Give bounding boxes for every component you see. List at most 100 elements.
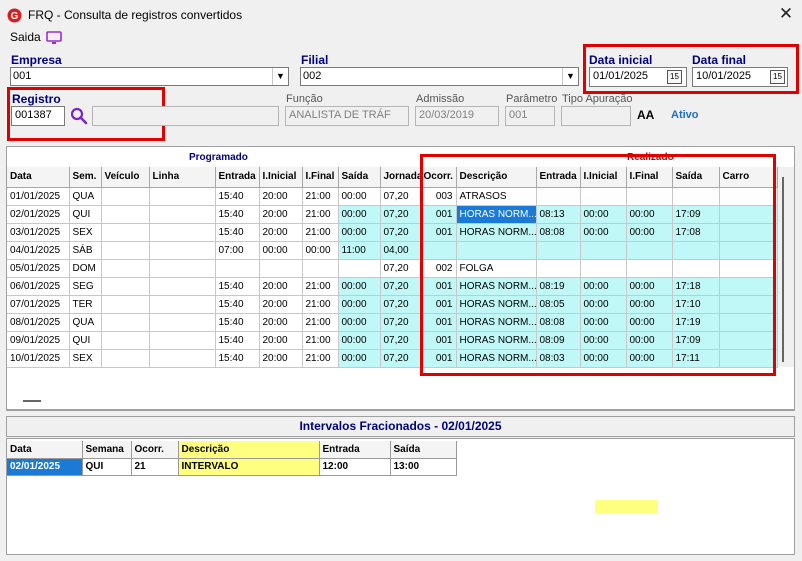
table-cell[interactable]: SEX	[69, 223, 102, 242]
table-cell[interactable]: 20:00	[259, 223, 303, 242]
table-cell[interactable]: 07,20	[380, 349, 421, 368]
table-cell[interactable]: 00:00	[338, 205, 381, 224]
table-cell[interactable]	[101, 295, 150, 314]
close-button[interactable]: ✕	[774, 3, 798, 25]
table-cell[interactable]	[101, 223, 150, 242]
table-cell[interactable]: DOM	[69, 259, 102, 278]
table-cell[interactable]: 00:00	[338, 349, 381, 368]
table-cell[interactable]: 06/01/2025	[7, 277, 70, 296]
column-header[interactable]: I.Final	[302, 167, 339, 188]
table-cell[interactable]: 02/01/2025	[7, 205, 70, 224]
table-row[interactable]: 02/01/2025 QUI 21 INTERVALO 12:00 13:00	[7, 458, 457, 476]
table-cell[interactable]: 11:00	[338, 241, 381, 260]
table-cell[interactable]	[149, 205, 216, 224]
column-header[interactable]: Linha	[149, 167, 216, 188]
table-cell[interactable]: QUI	[82, 458, 132, 476]
table-cell[interactable]	[101, 187, 150, 206]
table-cell[interactable]: 21:00	[302, 313, 339, 332]
table-cell[interactable]	[101, 205, 150, 224]
column-header[interactable]: Data	[7, 167, 70, 188]
table-cell[interactable]: QUA	[69, 187, 102, 206]
table-cell[interactable]: 21:00	[302, 349, 339, 368]
table-cell[interactable]	[149, 313, 216, 332]
table-cell[interactable]: TER	[69, 295, 102, 314]
table-cell[interactable]	[101, 349, 150, 368]
table-cell[interactable]: 21:00	[302, 277, 339, 296]
table-cell[interactable]: 07:00	[215, 241, 260, 260]
table-cell[interactable]: 15:40	[215, 205, 260, 224]
table-cell[interactable]: 15:40	[215, 223, 260, 242]
table-cell[interactable]: 00:00	[338, 331, 381, 350]
column-header[interactable]: Saída	[338, 167, 381, 188]
table-cell[interactable]	[149, 259, 216, 278]
table-cell[interactable]: 21:00	[302, 331, 339, 350]
table-cell[interactable]	[101, 313, 150, 332]
table-cell[interactable]: 07,20	[380, 295, 421, 314]
column-header[interactable]: Data	[7, 441, 83, 459]
table-cell[interactable]: 00:00	[302, 241, 339, 260]
table-cell[interactable]	[338, 259, 381, 278]
table-cell[interactable]: 12:00	[319, 458, 391, 476]
table-cell[interactable]: 00:00	[338, 277, 381, 296]
table-cell[interactable]: 20:00	[259, 295, 303, 314]
table-cell[interactable]: 20:00	[259, 313, 303, 332]
table-cell[interactable]	[149, 277, 216, 296]
column-header[interactable]: Entrada	[319, 441, 391, 459]
table-cell[interactable]: 02/01/2025	[7, 458, 83, 476]
table-cell[interactable]: QUI	[69, 205, 102, 224]
column-header[interactable]: Sem.	[69, 167, 102, 188]
chevron-down-icon[interactable]: ▼	[562, 68, 578, 85]
column-header[interactable]: Jornada	[380, 167, 421, 188]
empresa-select[interactable]: 001 ▼	[10, 67, 289, 86]
table-cell[interactable]	[302, 259, 339, 278]
chevron-down-icon[interactable]: ▼	[272, 68, 288, 85]
table-cell[interactable]: 00:00	[338, 313, 381, 332]
table-cell[interactable]: 15:40	[215, 187, 260, 206]
table-cell[interactable]: 21	[131, 458, 179, 476]
table-cell[interactable]: 15:40	[215, 295, 260, 314]
table-cell[interactable]: 07,20	[380, 277, 421, 296]
table-cell[interactable]	[149, 187, 216, 206]
table-cell[interactable]: 05/01/2025	[7, 259, 70, 278]
table-cell[interactable]	[215, 259, 260, 278]
column-header[interactable]: Saída	[390, 441, 457, 459]
table-cell[interactable]: 15:40	[215, 349, 260, 368]
table-cell[interactable]: 00:00	[259, 241, 303, 260]
table-cell[interactable]: 00:00	[338, 187, 381, 206]
table-cell[interactable]: 07,20	[380, 187, 421, 206]
table-cell[interactable]: 20:00	[259, 331, 303, 350]
table-cell[interactable]: 00:00	[338, 223, 381, 242]
table-cell[interactable]: 15:40	[215, 331, 260, 350]
column-header[interactable]: Entrada	[215, 167, 260, 188]
table-cell[interactable]: 07/01/2025	[7, 295, 70, 314]
table-cell[interactable]: SEX	[69, 349, 102, 368]
menu-saida[interactable]: Saida	[10, 30, 41, 44]
table-cell[interactable]	[101, 331, 150, 350]
grid-scrollbar[interactable]	[778, 167, 794, 367]
table-cell[interactable]: 07,20	[380, 259, 421, 278]
table-cell[interactable]: INTERVALO	[178, 458, 320, 476]
table-cell[interactable]: 04,00	[380, 241, 421, 260]
column-header[interactable]: Descrição	[178, 441, 320, 459]
column-header[interactable]: Semana	[82, 441, 132, 459]
table-cell[interactable]	[149, 295, 216, 314]
table-cell[interactable]: 15:40	[215, 277, 260, 296]
column-header[interactable]: I.Inicial	[259, 167, 303, 188]
table-cell[interactable]: 20:00	[259, 205, 303, 224]
registro-input[interactable]: 001387	[11, 106, 65, 126]
table-cell[interactable]: SÁB	[69, 241, 102, 260]
monitor-icon[interactable]	[46, 31, 62, 45]
table-cell[interactable]: 20:00	[259, 277, 303, 296]
column-header[interactable]: Ocorr.	[131, 441, 179, 459]
table-cell[interactable]: 10/01/2025	[7, 349, 70, 368]
calendar-icon[interactable]: 15	[667, 70, 682, 84]
table-cell[interactable]	[259, 259, 303, 278]
table-cell[interactable]: 21:00	[302, 187, 339, 206]
table-cell[interactable]: 03/01/2025	[7, 223, 70, 242]
table-cell[interactable]	[101, 277, 150, 296]
table-cell[interactable]: 01/01/2025	[7, 187, 70, 206]
table-cell[interactable]: 00:00	[338, 295, 381, 314]
column-header[interactable]: Veículo	[101, 167, 150, 188]
table-cell[interactable]: 09/01/2025	[7, 331, 70, 350]
table-cell[interactable]: 07,20	[380, 313, 421, 332]
